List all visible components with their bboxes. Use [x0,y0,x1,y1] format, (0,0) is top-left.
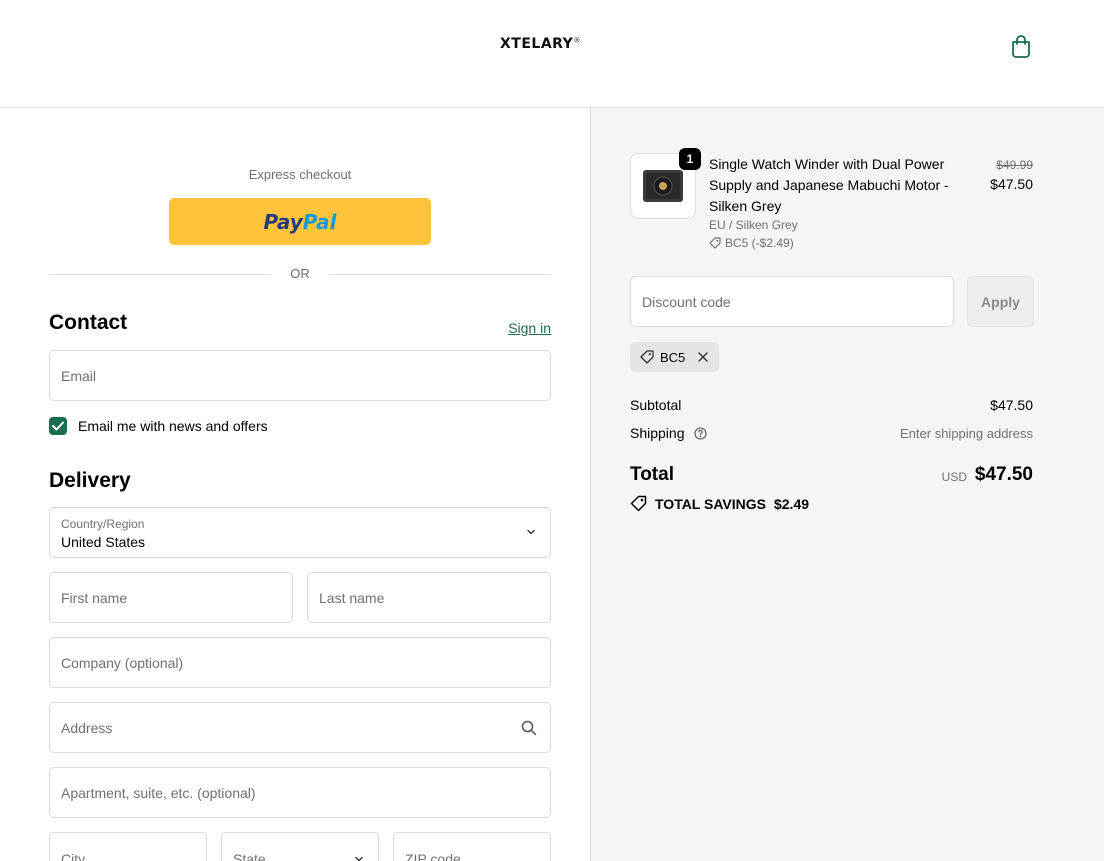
company-placeholder: Company (optional) [61,655,184,671]
contact-heading: Contact [49,311,128,334]
shipping-label: Shipping [630,425,685,441]
total-savings: TOTAL SAVINGS $2.49 [630,495,809,512]
zip-placeholder: ZIP code [405,851,461,861]
company-field[interactable]: Company (optional) [49,637,551,688]
shipping-value: Enter shipping address [900,426,1033,441]
last-name-placeholder: Last name [319,590,385,606]
total-savings-value: $2.49 [773,495,810,512]
help-icon[interactable] [694,427,707,440]
paypal-logo-pay: Pay [263,209,303,234]
apply-discount-button[interactable]: Apply [967,276,1034,327]
discounted-price: $47.50 [990,176,1033,192]
shopping-bag-icon[interactable] [1010,34,1032,58]
divider-line-right [329,274,551,275]
sign-in-link[interactable]: Sign in [508,320,551,336]
tag-icon [709,237,721,249]
store-logo[interactable]: XTELARY® [500,36,581,52]
newsletter-label: Email me with news and offers [78,418,268,434]
city-field[interactable]: City [49,832,207,861]
product-discount-text: BC5 (-$2.49) [725,236,794,250]
product-variant: EU / Silken Grey [709,218,798,232]
logo-registered-mark: ® [573,36,581,45]
discount-code-input[interactable]: Discount code [630,276,954,327]
email-field[interactable]: Email [49,350,551,401]
first-name-field[interactable]: First name [49,572,293,623]
order-summary: 1 Single Watch Winder with Dual Power Su… [590,108,1104,861]
paypal-button[interactable]: Pay Pal [169,198,431,245]
search-icon[interactable] [521,720,537,736]
tag-icon [630,495,647,512]
apartment-field[interactable]: Apartment, suite, etc. (optional) [49,767,551,818]
country-value: United States [61,534,146,550]
checkout-form-column: Express checkout Pay Pal OR Contact Sign … [0,108,590,861]
email-placeholder: Email [61,368,97,384]
product-name: Single Watch Winder with Dual Power Supp… [709,156,949,214]
paypal-logo-pal: Pal [302,209,337,234]
address-field[interactable]: Address [49,702,551,753]
shipping-row: Shipping [630,425,707,441]
close-icon[interactable] [697,351,709,363]
quantity-badge: 1 [679,148,701,170]
logo-text: XTELARY [500,36,574,52]
country-select[interactable]: Country/Region United States [49,507,551,558]
or-divider: OR [49,266,551,282]
product-discount: BC5 (-$2.49) [709,236,794,250]
state-label: State [233,851,266,861]
chevron-down-icon [527,529,535,535]
delivery-heading: Delivery [49,469,131,492]
first-name-placeholder: First name [61,590,128,606]
subtotal-value: $47.50 [990,397,1033,413]
applied-discount-code: BC5 [660,349,686,365]
watch-winder-image [643,170,683,202]
country-label: Country/Region [61,517,145,531]
state-select[interactable]: State [221,832,379,861]
tag-icon [640,350,654,364]
zip-field[interactable]: ZIP code [393,832,551,861]
total-label: Total [630,464,674,485]
last-name-field[interactable]: Last name [307,572,551,623]
discount-code-placeholder: Discount code [642,294,731,310]
city-placeholder: City [61,851,86,861]
express-checkout-label: Express checkout [248,167,352,182]
total-value: $47.50 [974,464,1033,485]
subtotal-label: Subtotal [630,397,682,413]
checkmark-icon [52,421,64,431]
chevron-down-icon [355,856,363,861]
currency-code: USD [941,470,967,484]
original-price: $49.99 [996,158,1033,172]
newsletter-option[interactable]: Email me with news and offers [49,416,268,436]
site-header: XTELARY® [0,0,1104,108]
applied-discount-chip: BC5 [630,342,720,372]
apartment-placeholder: Apartment, suite, etc. (optional) [61,785,256,801]
total-savings-label: TOTAL SAVINGS [655,495,766,512]
address-placeholder: Address [61,720,113,736]
newsletter-checkbox[interactable] [49,417,67,435]
